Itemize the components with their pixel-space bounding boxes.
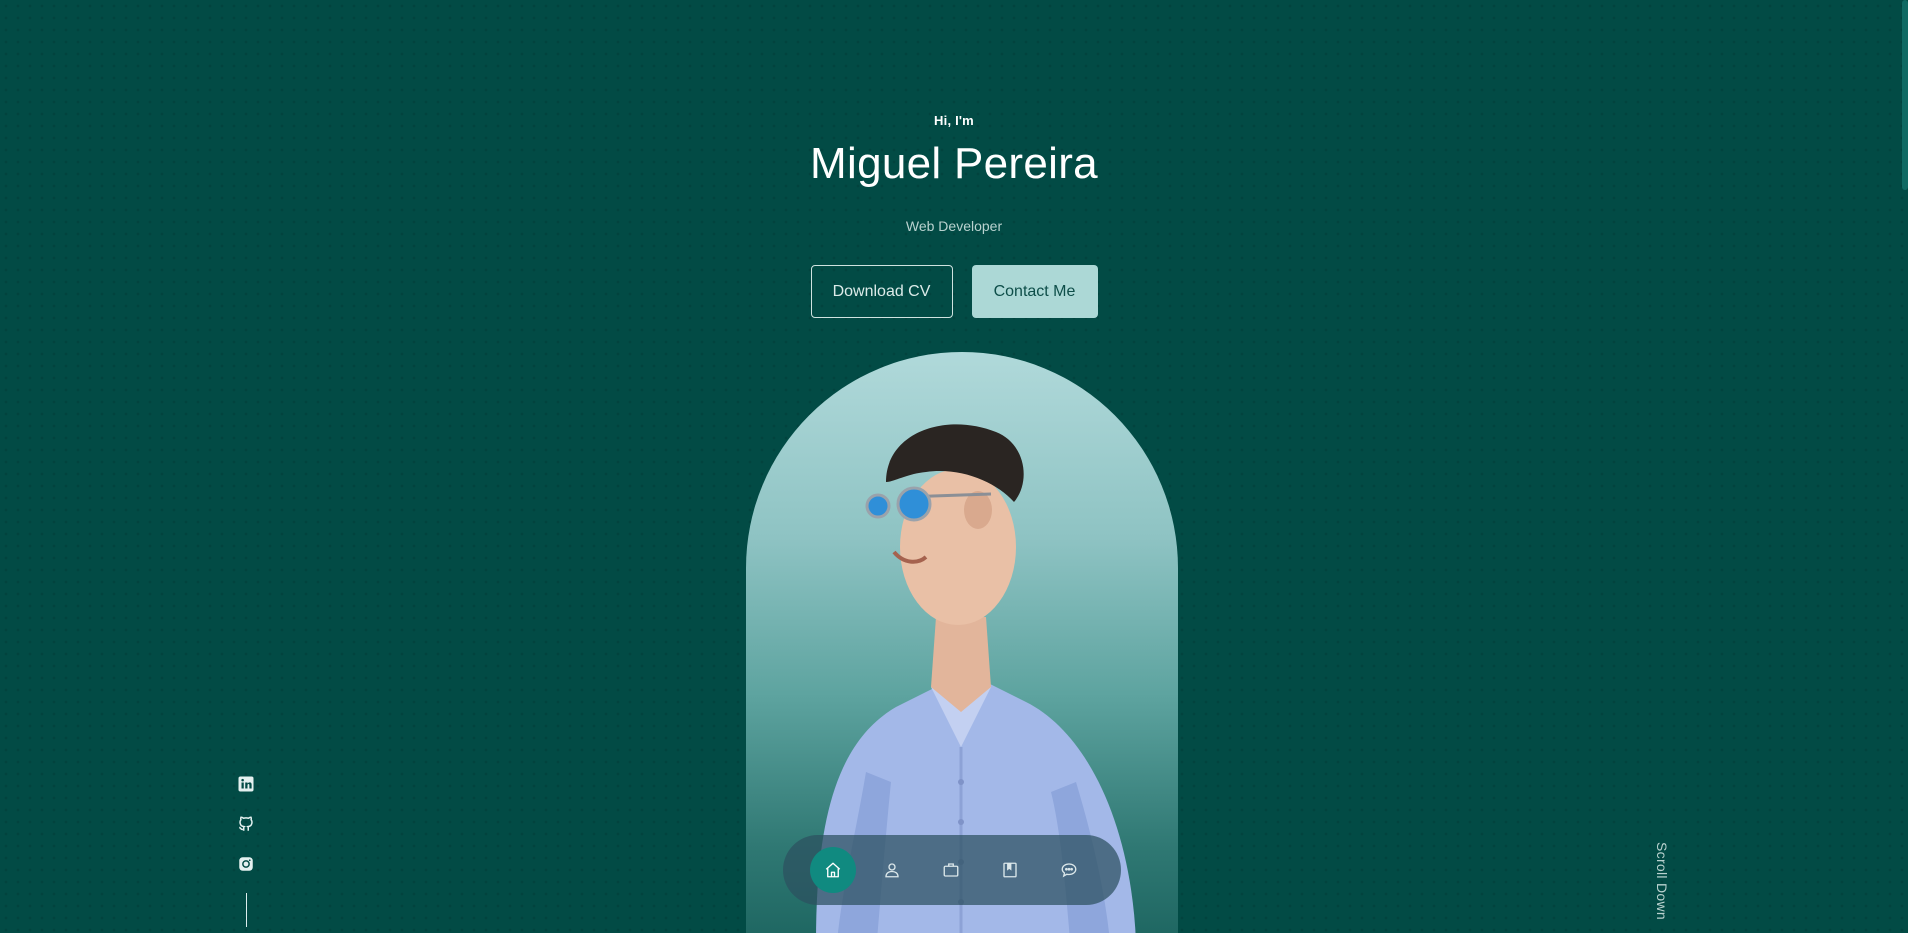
nav-about[interactable] — [869, 847, 915, 893]
user-icon — [885, 863, 899, 878]
hero-header: Hi, I'm Miguel Pereira Web Developer — [0, 113, 1908, 234]
download-cv-button[interactable]: Download CV — [810, 265, 953, 318]
nav-portfolio[interactable] — [987, 847, 1033, 893]
greeting-text: Hi, I'm — [934, 113, 974, 128]
nav-home[interactable] — [810, 847, 856, 893]
instagram-icon — [239, 857, 253, 871]
github-icon — [238, 816, 253, 831]
home-icon — [825, 862, 841, 878]
scroll-down-label: Scroll Down — [1654, 842, 1670, 920]
hero-page: Hi, I'm Miguel Pereira Web Developer Dow… — [0, 0, 1908, 933]
cta-buttons: Download CV Contact Me — [0, 265, 1908, 318]
nav-experience[interactable] — [928, 847, 974, 893]
page-scrollbar[interactable] — [1902, 0, 1908, 190]
scroll-down-link[interactable]: Scroll Down — [1654, 842, 1674, 922]
briefcase-icon — [943, 863, 959, 877]
github-link[interactable] — [237, 815, 255, 833]
social-links — [236, 775, 256, 927]
hero-name: Miguel Pereira — [810, 139, 1098, 188]
contact-me-button[interactable]: Contact Me — [971, 265, 1098, 318]
hero-role: Web Developer — [905, 217, 1003, 234]
instagram-link[interactable] — [237, 855, 255, 873]
nav-contact[interactable] — [1046, 847, 1092, 893]
linkedin-icon — [238, 776, 254, 792]
social-divider-line — [245, 893, 247, 927]
message-icon — [1061, 863, 1077, 878]
book-icon — [1003, 862, 1017, 878]
linkedin-link[interactable] — [237, 775, 255, 793]
bottom-nav — [783, 835, 1121, 905]
